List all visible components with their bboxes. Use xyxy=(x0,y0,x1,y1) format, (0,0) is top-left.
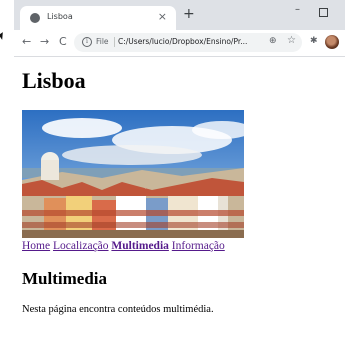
page-title: Lisboa xyxy=(22,68,86,93)
nav-link-multimedia[interactable]: Multimedia xyxy=(111,240,169,252)
new-tab-button[interactable]: + xyxy=(183,6,195,22)
forward-button[interactable]: → xyxy=(40,35,49,48)
profile-avatar[interactable] xyxy=(325,35,339,49)
close-tab-icon[interactable]: × xyxy=(158,10,167,23)
bookmark-star-icon[interactable]: ☆ xyxy=(287,35,296,46)
tab-title: Lisboa xyxy=(47,12,73,21)
web-page: Lisboa Home Localização Multimedia Infor… xyxy=(22,56,345,346)
nav-link-home[interactable]: Home xyxy=(22,240,50,252)
browser-window: Lisboa × + – ← → C i File C:/Users/lucio… xyxy=(14,0,345,57)
nav-link-localizacao[interactable]: Localização xyxy=(53,240,109,252)
back-button[interactable]: ← xyxy=(22,35,31,48)
page-nav: Home Localização Multimedia Informação xyxy=(22,240,225,252)
maximize-button[interactable] xyxy=(319,8,328,17)
file-label: File xyxy=(96,37,109,46)
nav-link-informacao[interactable]: Informação xyxy=(172,240,225,252)
address-bar[interactable]: i File C:/Users/lucio/Dropbox/Ensino/Pr.… xyxy=(74,33,302,52)
zoom-icon[interactable]: ⊕ xyxy=(269,36,277,46)
globe-icon xyxy=(30,13,40,23)
info-icon[interactable]: i xyxy=(82,37,92,47)
section-paragraph: Nesta página encontra conteúdos multiméd… xyxy=(22,304,214,315)
minimize-button[interactable]: – xyxy=(295,4,300,15)
extensions-puzzle-icon[interactable]: ✱ xyxy=(310,36,318,46)
section-title: Multimedia xyxy=(22,269,107,288)
lisbon-photo xyxy=(22,110,244,238)
url-text[interactable]: C:/Users/lucio/Dropbox/Ensino/Pr... xyxy=(118,37,260,46)
reload-button[interactable]: C xyxy=(59,35,67,48)
browser-tab[interactable]: Lisboa × xyxy=(20,6,176,30)
omnibox-divider xyxy=(114,37,115,47)
browser-toolbar: ← → C i File C:/Users/lucio/Dropbox/Ensi… xyxy=(14,30,345,57)
mouse-cursor-icon xyxy=(0,32,7,40)
